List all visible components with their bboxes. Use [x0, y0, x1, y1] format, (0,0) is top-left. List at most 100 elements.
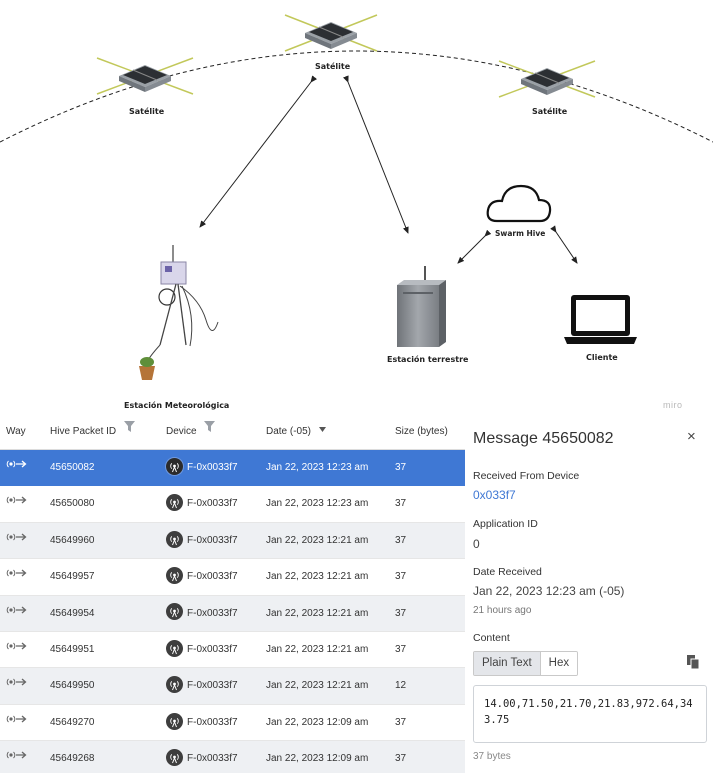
- header-packet-id-label: Hive Packet ID: [50, 426, 117, 437]
- copy-icon[interactable]: [687, 655, 700, 674]
- date-cell: Jan 22, 2023 12:23 am: [266, 498, 369, 510]
- size-cell: 37: [395, 643, 407, 655]
- size-cell: 37: [395, 607, 407, 619]
- packet-id-cell: 45650080: [50, 498, 95, 510]
- satellite-right-label: Satélite: [532, 107, 568, 116]
- device-name: F-0x0033f7: [187, 753, 238, 765]
- direction-icon: [6, 523, 28, 560]
- application-id-label: Application ID: [473, 518, 538, 530]
- device-icon: [166, 748, 183, 766]
- satellite-left-label: Satélite: [129, 107, 165, 116]
- weather-station-icon: [139, 245, 219, 380]
- miro-watermark: miro: [663, 400, 683, 410]
- table-row[interactable]: 45649954 F-0x0033f7 Jan 22, 2023 12:21 am 3…: [0, 595, 465, 633]
- satellite-right-icon: [498, 60, 596, 98]
- packet-id-cell: 45649951: [50, 643, 95, 655]
- date-relative: 21 hours ago: [473, 605, 532, 616]
- laptop-icon: [564, 295, 637, 344]
- direction-icon: [6, 596, 28, 633]
- header-packet-id[interactable]: Hive Packet ID: [50, 418, 135, 450]
- date-cell: Jan 22, 2023 12:21 am: [266, 571, 369, 583]
- device-icon: [166, 712, 183, 730]
- application-id-value: 0: [473, 537, 480, 551]
- device-cell: F-0x0033f7: [166, 450, 238, 486]
- packet-id-cell: 45649268: [50, 753, 95, 765]
- date-cell: Jan 22, 2023 12:23 am: [266, 462, 369, 473]
- direction-icon: [6, 705, 28, 742]
- message-panel: Message 45650082 × Received From Device …: [465, 418, 713, 773]
- date-cell: Jan 22, 2023 12:21 am: [266, 534, 369, 546]
- table-row[interactable]: 45649960 F-0x0033f7 Jan 22, 2023 12:21 am 3…: [0, 522, 465, 560]
- orbit-line: [0, 50, 713, 143]
- device-cell: F-0x0033f7: [166, 559, 238, 595]
- device-icon: [166, 530, 183, 548]
- date-cell: Jan 22, 2023 12:21 am: [266, 680, 369, 692]
- packet-id-cell: 45650082: [50, 462, 95, 473]
- device-cell: F-0x0033f7: [166, 705, 238, 741]
- packet-id-cell: 45649950: [50, 680, 95, 692]
- filter-icon[interactable]: [204, 418, 216, 444]
- device-cell: F-0x0033f7: [166, 523, 238, 559]
- content-size: 37 bytes: [473, 751, 511, 762]
- table-row[interactable]: 45650082 F-0x0033f7 Jan 22, 2023 12:23 am 3…: [0, 450, 465, 487]
- direction-icon: [6, 486, 28, 523]
- cloud-icon: [486, 184, 552, 223]
- packets-table: Way Hive Packet ID Device Date (-05) Siz…: [0, 418, 465, 773]
- date-received-label: Date Received: [473, 566, 542, 578]
- message-title: Message 45650082: [473, 430, 614, 447]
- received-from-link[interactable]: 0x033f7: [473, 488, 516, 502]
- header-date[interactable]: Date (-05): [266, 418, 326, 450]
- date-cell: Jan 22, 2023 12:21 am: [266, 607, 369, 619]
- header-way[interactable]: Way: [6, 418, 26, 450]
- satellite-left-icon: [96, 57, 194, 95]
- header-device[interactable]: Device: [166, 418, 216, 450]
- table-row[interactable]: 45649951 F-0x0033f7 Jan 22, 2023 12:21 am 3…: [0, 632, 465, 669]
- date-cell: Jan 22, 2023 12:09 am: [266, 716, 369, 728]
- device-name: F-0x0033f7: [187, 607, 238, 619]
- ground-station-label: Estación terrestre: [387, 355, 469, 364]
- sort-down-icon[interactable]: [318, 418, 326, 444]
- date-received-value: Jan 22, 2023 12:23 am (-05): [473, 584, 625, 598]
- size-cell: 37: [395, 462, 407, 473]
- satellite-top-icon: [284, 14, 378, 52]
- device-icon: [166, 639, 183, 657]
- device-cell: F-0x0033f7: [166, 668, 238, 704]
- hex-tab[interactable]: Hex: [540, 652, 578, 675]
- packet-id-cell: 45649270: [50, 716, 95, 728]
- table-row[interactable]: 45650080 F-0x0033f7 Jan 22, 2023 12:23 am 3…: [0, 486, 465, 523]
- size-cell: 37: [395, 534, 407, 546]
- direction-icon: [6, 632, 28, 669]
- device-name: F-0x0033f7: [187, 680, 238, 692]
- packet-id-cell: 45649960: [50, 534, 95, 546]
- direction-icon: [6, 668, 28, 705]
- device-name: F-0x0033f7: [187, 534, 238, 546]
- device-name: F-0x0033f7: [187, 716, 238, 728]
- device-name: F-0x0033f7: [187, 643, 238, 655]
- device-name: F-0x0033f7: [187, 571, 238, 583]
- size-cell: 12: [395, 680, 407, 692]
- packet-id-cell: 45649957: [50, 571, 95, 583]
- size-cell: 37: [395, 498, 407, 510]
- filter-icon[interactable]: [123, 418, 135, 444]
- header-date-label: Date (-05): [266, 426, 312, 437]
- device-name: F-0x0033f7: [187, 462, 238, 473]
- table-row[interactable]: 45649268 F-0x0033f7 Jan 22, 2023 12:09 am 3…: [0, 741, 465, 773]
- close-icon[interactable]: ×: [687, 428, 696, 445]
- weather-station-label: Estación Meteorológica: [124, 401, 230, 410]
- size-cell: 37: [395, 571, 407, 583]
- table-row[interactable]: 45649270 F-0x0033f7 Jan 22, 2023 12:09 am 3…: [0, 705, 465, 742]
- direction-icon: [6, 559, 28, 596]
- header-device-label: Device: [166, 426, 197, 437]
- plain-text-tab[interactable]: Plain Text: [474, 652, 541, 675]
- table-row[interactable]: 45649957 F-0x0033f7 Jan 22, 2023 12:21 am 3…: [0, 559, 465, 596]
- table-body: 45650082 F-0x0033f7 Jan 22, 2023 12:23 am 3…: [0, 450, 465, 773]
- device-icon: [166, 457, 183, 475]
- content-value: 14.00,71.50,21.70,21.83,972.64,343.75: [473, 685, 707, 743]
- direction-icon: [6, 450, 28, 487]
- table-header: Way Hive Packet ID Device Date (-05) Siz…: [0, 418, 465, 450]
- header-size[interactable]: Size (bytes): [395, 418, 448, 450]
- table-row[interactable]: 45649950 F-0x0033f7 Jan 22, 2023 12:21 am 1…: [0, 668, 465, 705]
- network-diagram: Satélite Satélite Satélite Swarm Hive Es…: [0, 0, 713, 418]
- device-cell: F-0x0033f7: [166, 596, 238, 632]
- device-icon: [166, 567, 183, 585]
